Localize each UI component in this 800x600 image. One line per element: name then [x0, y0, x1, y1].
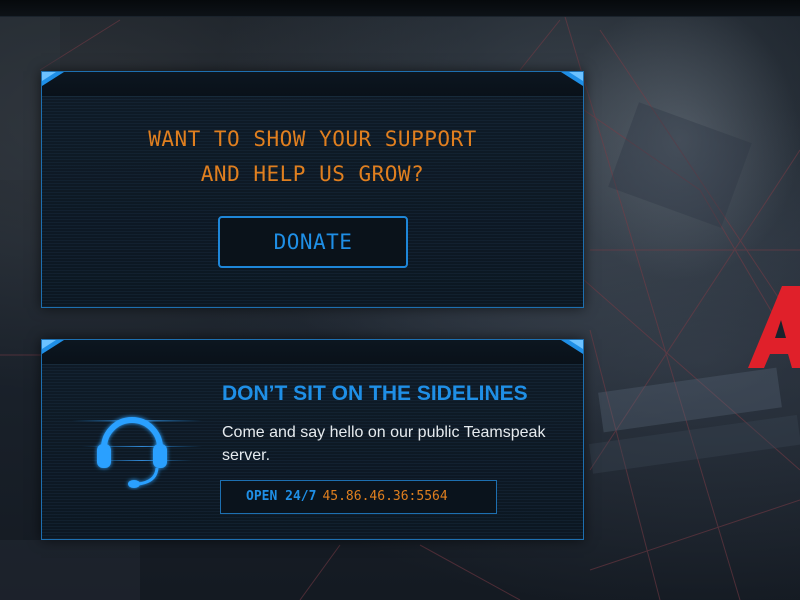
corner-accent-left-icon [42, 72, 64, 86]
corner-accent-left-icon [42, 340, 64, 354]
donate-button[interactable]: DONATE [218, 216, 408, 268]
support-line-1: WANT TO SHOW YOUR SUPPORT [148, 127, 477, 151]
support-line-2: AND HELP US GROW? [200, 162, 425, 186]
corner-accent-right-icon [561, 340, 583, 354]
headset-icon [72, 417, 202, 488]
teamspeak-panel: DON’T SIT ON THE SIDELINES Come and say … [41, 339, 584, 540]
server-address-box[interactable]: OPEN 24/7 45.86.46.36:5564 [220, 480, 497, 514]
server-address[interactable]: 45.86.46.36:5564 [322, 489, 447, 504]
support-panel: WANT TO SHOW YOUR SUPPORT AND HELP US GR… [41, 71, 584, 308]
corner-accent-right-icon [561, 72, 583, 86]
top-bar [0, 0, 800, 17]
sidelines-title: DON’T SIT ON THE SIDELINES [222, 382, 528, 405]
page-background: WANT TO SHOW YOUR SUPPORT AND HELP US GR… [0, 0, 800, 600]
support-message: WANT TO SHOW YOUR SUPPORT AND HELP US GR… [42, 122, 583, 192]
brand-logo-fragment-icon [748, 286, 800, 368]
teamspeak-description: Come and say hello on our public Teamspe… [222, 424, 546, 464]
panel-header [42, 340, 583, 365]
open-hours-label: OPEN 24/7 [246, 489, 317, 504]
panel-header [42, 72, 583, 97]
